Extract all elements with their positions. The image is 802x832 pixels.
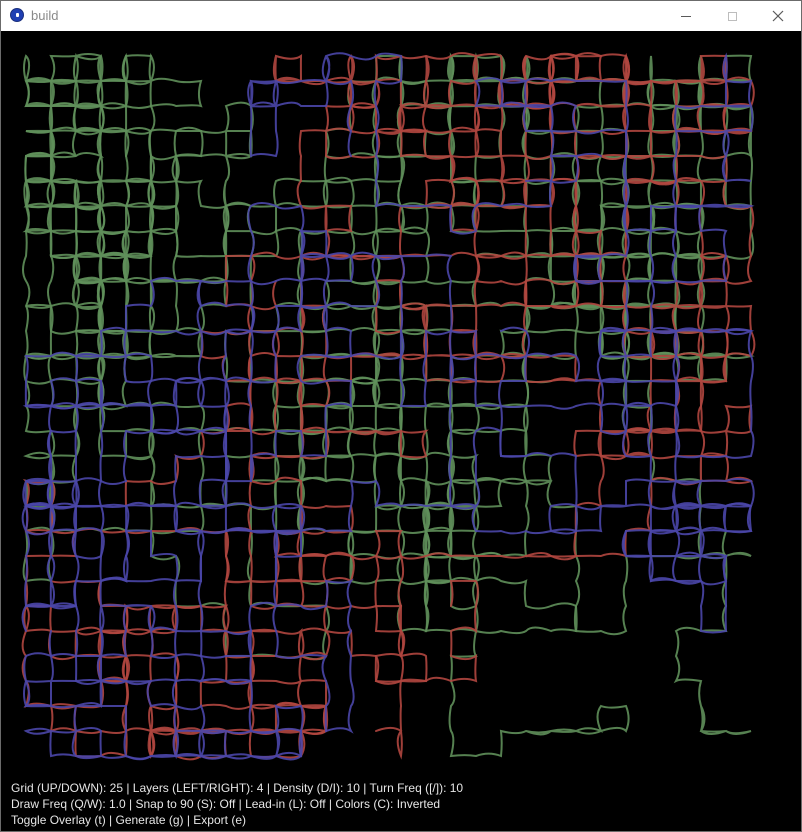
pattern-stroke [46, 153, 278, 535]
minimize-button[interactable] [663, 1, 709, 31]
pattern-stroke [22, 478, 405, 760]
minimize-icon [681, 15, 691, 17]
pattern-stroke [522, 55, 680, 432]
pattern-stroke [74, 202, 305, 582]
app-window: build Grid (UP/DOWN): 25 | Layers (LEFT/… [0, 0, 802, 832]
pattern-stroke [23, 477, 303, 761]
overlay-line-3: Toggle Overlay (t) | Generate (g) | Expo… [11, 813, 246, 827]
close-icon [772, 10, 784, 22]
overlay-line-1: Grid (UP/DOWN): 25 | Layers (LEFT/RIGHT)… [11, 781, 464, 795]
app-icon [10, 8, 24, 22]
window-title: build [31, 8, 59, 23]
close-button[interactable] [755, 1, 801, 31]
title-bar[interactable]: build [1, 1, 801, 31]
pattern-stroke [525, 326, 753, 561]
pattern-stroke [23, 530, 253, 761]
overlay-line-2: Draw Freq (Q/W): 1.0 | Snap to 90 (S): O… [11, 797, 441, 811]
pattern-stroke [23, 54, 403, 285]
maximize-button[interactable] [709, 1, 755, 31]
pattern-stroke [475, 55, 754, 334]
pattern-stroke [472, 78, 755, 361]
pattern-stroke [399, 53, 603, 283]
drawing-canvas[interactable]: Grid (UP/DOWN): 25 | Layers (LEFT/RIGHT)… [1, 31, 801, 831]
generative-pattern [21, 52, 756, 761]
maximize-icon [727, 11, 737, 21]
help-overlay: Grid (UP/DOWN): 25 | Layers (LEFT/RIGHT)… [11, 780, 463, 828]
pattern-stroke [521, 54, 753, 433]
